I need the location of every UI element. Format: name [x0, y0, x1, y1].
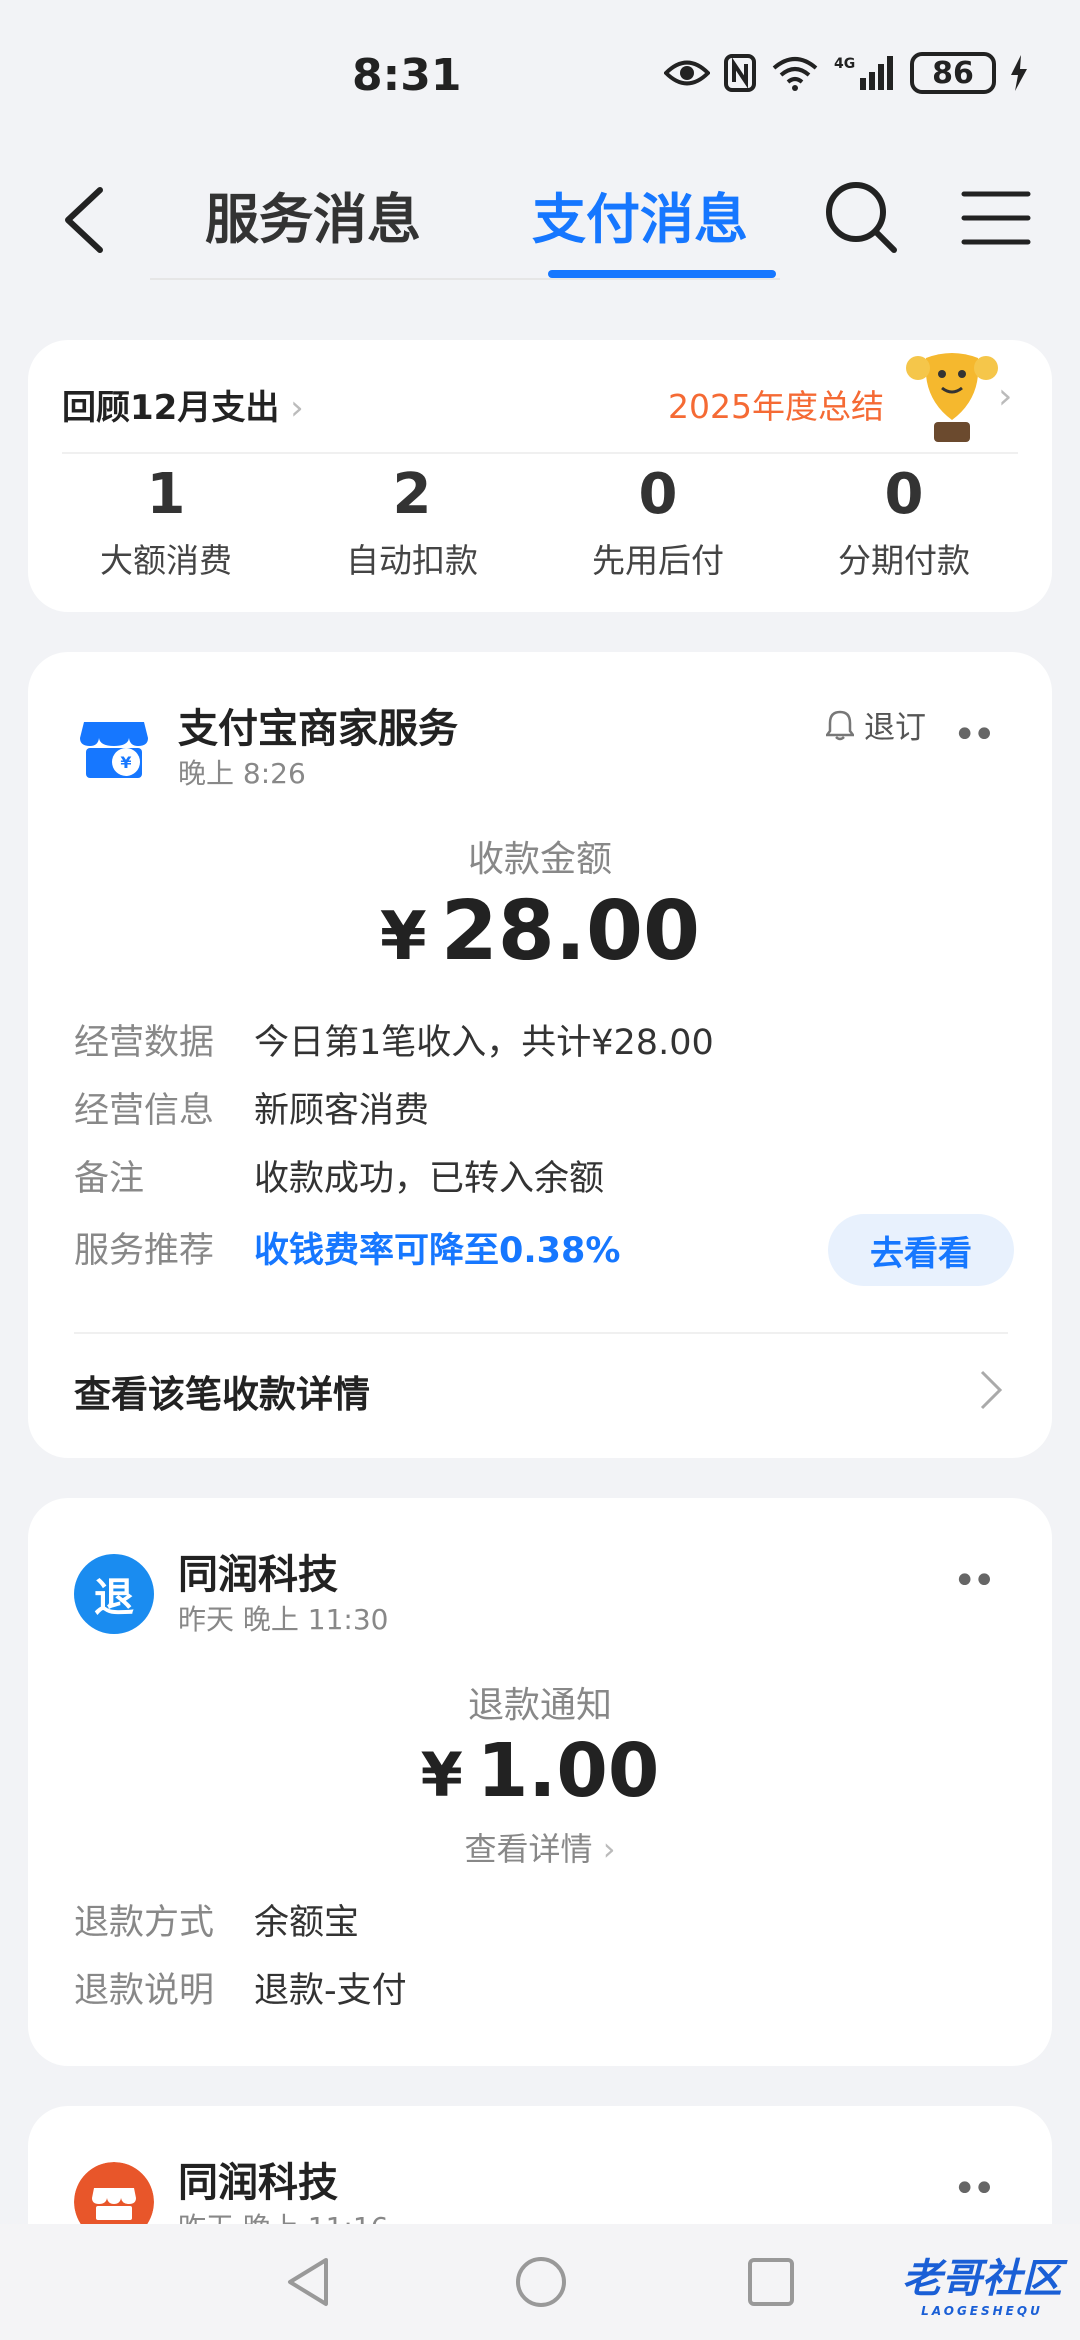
- stat-value: 2: [392, 462, 432, 527]
- tab-divider: [150, 278, 780, 280]
- tab-service-messages[interactable]: 服务消息: [205, 175, 421, 254]
- amount-number: 28.00: [440, 884, 701, 979]
- info-row: 经营信息 新顾客消费: [74, 1086, 429, 1136]
- refund-avatar: 退: [74, 1554, 154, 1634]
- more-options-icon[interactable]: ••: [953, 1558, 996, 1604]
- tab-payment-messages[interactable]: 支付消息: [532, 175, 748, 254]
- stat-label: 先用后付: [592, 541, 724, 580]
- info-row: 退款方式 余额宝: [74, 1898, 359, 1948]
- stat-label: 自动扣款: [346, 541, 478, 580]
- message-time: 昨天 晚上 11:30: [178, 1603, 389, 1636]
- monthly-summary-card: 回顾12月支出 › 2025年度总结 › 1 大额消费 2 自动扣款 0 先用后…: [28, 340, 1052, 612]
- amount-value: ¥28.00: [28, 884, 1052, 979]
- review-month-label: 回顾12月支出: [62, 388, 280, 428]
- row-value: 新顾客消费: [254, 1091, 430, 1131]
- signal-icon: 4G: [834, 56, 893, 90]
- top-nav: 服务消息 支付消息: [0, 150, 1080, 290]
- status-time: 8:31: [352, 50, 462, 101]
- stat-auto-debit[interactable]: 2 自动扣款: [312, 460, 512, 582]
- message-time: 晚上 8:26: [178, 757, 306, 790]
- annual-chevron-icon: ›: [998, 376, 1013, 417]
- wifi-icon: [772, 57, 818, 91]
- more-options-icon[interactable]: ••: [953, 2166, 996, 2212]
- view-details-link[interactable]: 查看详情 ›: [28, 1824, 1052, 1870]
- watermark-subtext: LAOGESHEQU: [921, 2304, 1043, 2318]
- bell-icon: [826, 710, 854, 740]
- currency-symbol: ¥: [420, 1741, 463, 1811]
- amount-number: 1.00: [476, 1728, 660, 1814]
- unsubscribe-label: 退订: [864, 710, 926, 746]
- card-divider: [74, 1332, 1008, 1334]
- row-value: 余额宝: [254, 1903, 360, 1943]
- stat-value: 1: [146, 462, 186, 527]
- currency-symbol: ¥: [379, 897, 427, 975]
- message-card: ¥ 支付宝商家服务 晚上 8:26 退订 •• 收款金额 ¥28.00 经营数据…: [28, 652, 1052, 1458]
- info-row: 退款说明 退款-支付: [74, 1966, 407, 2016]
- eye-icon: [664, 60, 710, 86]
- stat-pay-later[interactable]: 0 先用后付: [558, 460, 758, 582]
- chevron-right-icon: [980, 1370, 1003, 1410]
- row-value: 今日第1笔收入，共计¥28.00: [254, 1023, 714, 1063]
- shop-icon: ¥: [80, 722, 148, 778]
- go-see-button[interactable]: 去看看: [828, 1214, 1014, 1286]
- status-bar: 8:31 4G 86: [0, 0, 1080, 150]
- stat-large-purchase[interactable]: 1 大额消费: [66, 460, 266, 582]
- row-key: 备注: [74, 1159, 145, 1199]
- chevron-right-icon: ›: [592, 1830, 616, 1868]
- back-icon[interactable]: [52, 180, 122, 260]
- fee-rate-link[interactable]: 收钱费率可降至0.38%: [254, 1231, 620, 1271]
- merchant-name: 同润科技: [178, 2160, 338, 2206]
- row-key: 服务推荐: [74, 1231, 215, 1271]
- amount-label: 收款金额: [467, 839, 612, 880]
- row-key: 经营信息: [74, 1091, 215, 1131]
- watermark-text: 老哥社区: [902, 2256, 1062, 2302]
- svg-text:4G: 4G: [834, 56, 855, 72]
- row-key: 经营数据: [74, 1023, 215, 1063]
- stat-installment[interactable]: 0 分期付款: [804, 460, 1004, 582]
- merchant-name: 支付宝商家服务: [178, 706, 458, 752]
- unsubscribe-button[interactable]: 退订: [826, 702, 926, 747]
- active-tab-indicator: [548, 270, 776, 278]
- stat-value: 0: [638, 462, 678, 527]
- search-icon[interactable]: [822, 178, 902, 258]
- info-row: 备注 收款成功，已转入余额: [74, 1154, 604, 1204]
- amount-label: 退款通知: [467, 1685, 612, 1726]
- row-key: 退款说明: [74, 1971, 215, 2011]
- row-value: 收款成功，已转入余额: [254, 1159, 605, 1199]
- watermark-logo: 老哥社区 LAOGESHEQU: [902, 2246, 1062, 2318]
- battery-icon: 86: [910, 52, 996, 94]
- menu-icon[interactable]: [960, 188, 1032, 248]
- info-row: 服务推荐 收钱费率可降至0.38%: [74, 1226, 620, 1276]
- nfc-icon: [724, 54, 756, 92]
- stat-value: 0: [884, 462, 924, 527]
- svg-text:¥: ¥: [120, 753, 131, 772]
- amount-value: ¥1.00: [28, 1728, 1052, 1814]
- home-circle-icon[interactable]: [514, 2254, 568, 2310]
- review-month-link[interactable]: 回顾12月支出 ›: [62, 380, 304, 429]
- info-row: 经营数据 今日第1笔收入，共计¥28.00: [74, 1018, 714, 1068]
- merchant-name: 同润科技: [178, 1552, 338, 1598]
- stat-label: 分期付款: [838, 541, 970, 580]
- view-payment-details-link[interactable]: 查看该笔收款详情: [74, 1364, 370, 1418]
- more-options-icon[interactable]: ••: [953, 712, 996, 758]
- annual-summary-link[interactable]: 2025年度总结: [668, 380, 884, 428]
- charging-icon: [1011, 55, 1027, 91]
- trophy-icon: [906, 353, 998, 442]
- status-icons: 4G 86: [664, 52, 1028, 94]
- back-triangle-icon[interactable]: [282, 2254, 332, 2310]
- row-key: 退款方式: [74, 1903, 215, 1943]
- view-details-label: 查看详情: [464, 1830, 593, 1868]
- summary-divider: [62, 452, 1018, 454]
- chevron-right-icon: ›: [279, 388, 304, 428]
- recents-square-icon[interactable]: [746, 2254, 796, 2310]
- stat-label: 大额消费: [100, 541, 232, 580]
- row-value: 退款-支付: [254, 1971, 407, 2011]
- message-card: 退 同润科技 昨天 晚上 11:30 •• 退款通知 ¥1.00 查看详情 › …: [28, 1498, 1052, 2066]
